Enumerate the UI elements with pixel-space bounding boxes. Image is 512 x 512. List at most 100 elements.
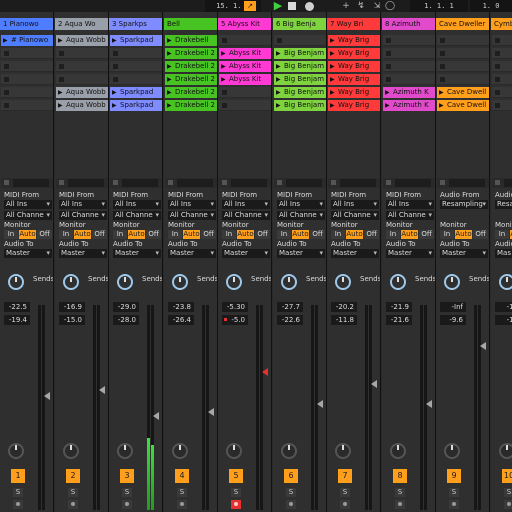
- volume-fader[interactable]: [153, 411, 159, 420]
- volume-readout[interactable]: -29.0: [113, 302, 139, 312]
- monitor-in-button[interactable]: In: [113, 230, 127, 239]
- audio-to-select[interactable]: Mas: [495, 249, 512, 258]
- volume-readout[interactable]: -Inf: [440, 302, 466, 312]
- audio-to-select[interactable]: Master: [386, 249, 434, 258]
- monitor-in-button[interactable]: In: [277, 230, 291, 239]
- record-arm-icon[interactable]: [177, 500, 187, 509]
- clip-slot[interactable]: [110, 48, 162, 59]
- monitor-in-button[interactable]: In: [440, 230, 454, 239]
- monitor-off-button[interactable]: Off: [364, 230, 379, 239]
- volume-readout[interactable]: -23.8: [168, 302, 194, 312]
- clip-slot[interactable]: [110, 61, 162, 72]
- volume-readout[interactable]: -27.7: [277, 302, 303, 312]
- track-activator-button[interactable]: 5: [229, 469, 243, 483]
- audio-to-select[interactable]: Master: [331, 249, 379, 258]
- input-source-select[interactable]: All Ins: [222, 200, 270, 209]
- send-knob-icon[interactable]: [281, 274, 297, 290]
- peak-readout[interactable]: -10: [495, 315, 512, 325]
- clip[interactable]: Big Benjam: [274, 48, 326, 59]
- pan-knob-icon[interactable]: [63, 443, 79, 459]
- stop-icon[interactable]: [288, 2, 296, 10]
- track-title[interactable]: Cave Dweller: [436, 18, 489, 30]
- clip-stop-button[interactable]: [219, 178, 271, 188]
- monitor-auto-button[interactable]: Auto: [128, 230, 145, 239]
- clip-slot[interactable]: [1, 61, 53, 72]
- clip-stop-button[interactable]: [110, 178, 162, 188]
- monitor-auto-button[interactable]: Auto: [292, 230, 309, 239]
- monitor-off-button[interactable]: Off: [473, 230, 488, 239]
- pan-knob-icon[interactable]: [499, 443, 512, 459]
- peak-readout[interactable]: -28.0: [113, 315, 139, 325]
- clip-slot[interactable]: [492, 87, 512, 98]
- clip[interactable]: Azimuth K: [383, 87, 435, 98]
- input-source-select[interactable]: Resampling: [440, 200, 488, 209]
- send-knob-icon[interactable]: [335, 274, 351, 290]
- clip-slot[interactable]: [437, 61, 489, 72]
- clip-slot[interactable]: [437, 74, 489, 85]
- clip-slot[interactable]: [1, 48, 53, 59]
- clip[interactable]: Aqua Wobb: [56, 100, 108, 111]
- track-title[interactable]: 2 Aqua Wo: [55, 18, 108, 30]
- input-channel-select[interactable]: All Channe: [331, 211, 379, 220]
- volume-readout[interactable]: -5.30: [222, 302, 248, 312]
- clip[interactable]: Drakebell 2: [165, 100, 217, 111]
- track-activator-button[interactable]: 1: [11, 469, 25, 483]
- clip[interactable]: Big Benjam: [274, 87, 326, 98]
- peak-readout[interactable]: -11.8: [331, 315, 357, 325]
- clip[interactable]: Drakebell 2: [165, 48, 217, 59]
- clip-slot[interactable]: [492, 100, 512, 111]
- record-arm-icon[interactable]: [340, 500, 350, 509]
- play-icon[interactable]: ▶: [272, 0, 284, 12]
- monitor-off-button[interactable]: Off: [255, 230, 270, 239]
- record-arm-icon[interactable]: [122, 500, 132, 509]
- clip-slot[interactable]: [492, 35, 512, 46]
- monitor-auto-button[interactable]: Auto: [346, 230, 363, 239]
- track-title[interactable]: 5 Abyss Kit: [218, 18, 271, 30]
- track-title[interactable]: 7 Way Bri: [327, 18, 380, 30]
- clip-slot[interactable]: [1, 87, 53, 98]
- send-knob-icon[interactable]: [172, 274, 188, 290]
- volume-fader[interactable]: [426, 399, 432, 408]
- solo-button[interactable]: S: [177, 488, 187, 497]
- volume-fader[interactable]: [208, 408, 214, 416]
- clip[interactable]: Way Brig: [328, 48, 380, 59]
- clip[interactable]: Aqua Wobb: [56, 35, 108, 46]
- clip[interactable]: Big Benjam: [274, 61, 326, 72]
- monitor-off-button[interactable]: Off: [92, 230, 107, 239]
- track-title[interactable]: 8 Azimuth: [382, 18, 435, 30]
- monitor-off-button[interactable]: Off: [310, 230, 325, 239]
- clip[interactable]: Abyss Kit: [219, 61, 271, 72]
- monitor-auto-button[interactable]: Auto: [401, 230, 418, 239]
- volume-fader[interactable]: [99, 386, 105, 395]
- input-source-select[interactable]: All Ins: [331, 200, 379, 209]
- input-source-select[interactable]: All Ins: [113, 200, 161, 209]
- track-title[interactable]: Bell: [164, 18, 217, 30]
- overdub-icon[interactable]: +: [340, 0, 352, 12]
- send-knob-icon[interactable]: [63, 274, 79, 290]
- record-arm-icon[interactable]: [449, 500, 459, 509]
- input-source-select[interactable]: All Ins: [59, 200, 107, 209]
- input-source-select[interactable]: All Ins: [386, 200, 434, 209]
- loop-start[interactable]: 1. 1. 1: [410, 0, 468, 12]
- clip[interactable]: Sparkpad: [110, 35, 162, 46]
- input-source-select[interactable]: Resa: [495, 200, 512, 209]
- solo-button[interactable]: S: [122, 488, 132, 497]
- clip-slot[interactable]: [383, 48, 435, 59]
- clip-slot[interactable]: [492, 74, 512, 85]
- pan-knob-icon[interactable]: [117, 443, 133, 459]
- peak-readout[interactable]: -5.0: [222, 315, 248, 325]
- volume-readout[interactable]: -21.9: [386, 302, 412, 312]
- clip[interactable]: Cave Dwell: [437, 100, 489, 111]
- pan-knob-icon[interactable]: [226, 443, 242, 459]
- volume-fader[interactable]: [480, 342, 486, 350]
- input-channel-select[interactable]: All Channe: [386, 211, 434, 220]
- monitor-auto-button[interactable]: Auto: [183, 230, 200, 239]
- record-icon[interactable]: [305, 2, 314, 11]
- solo-button[interactable]: S: [68, 488, 78, 497]
- metronome-icon[interactable]: ◯: [384, 0, 396, 12]
- input-source-select[interactable]: All Ins: [4, 200, 52, 209]
- clip-slot[interactable]: [1, 100, 53, 111]
- input-channel-select[interactable]: All Channe: [4, 211, 52, 220]
- clip-slot[interactable]: [1, 74, 53, 85]
- pan-knob-icon[interactable]: [8, 443, 24, 459]
